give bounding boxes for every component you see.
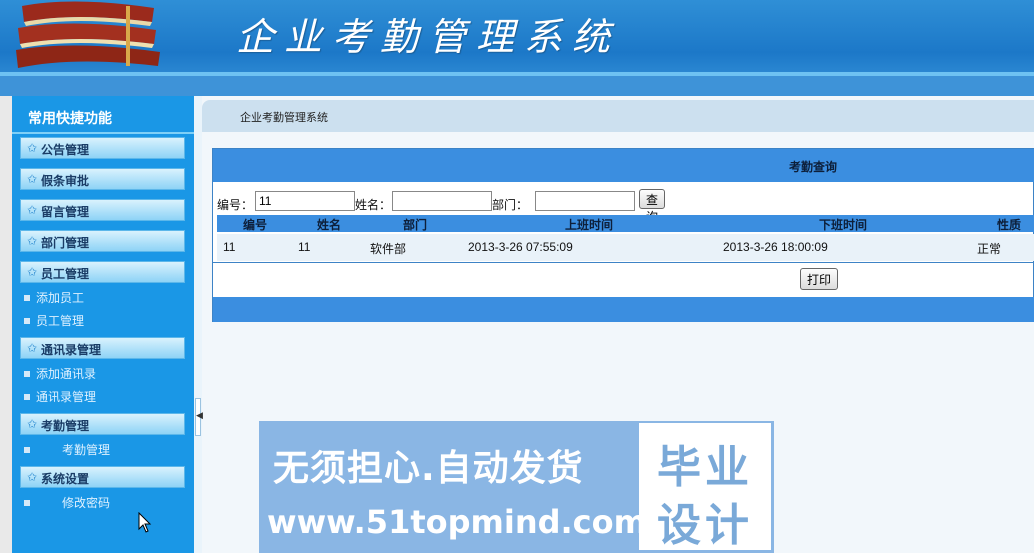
table-header: 编号 姓名 部门 上班时间 下班时间 性质 bbox=[217, 215, 1034, 232]
menu-contacts[interactable]: ✩ 通讯录管理 bbox=[20, 337, 185, 359]
column-header: 部门 bbox=[403, 218, 428, 232]
menu-settings[interactable]: ✩ 系统设置 bbox=[20, 466, 185, 488]
panel-header: 考勤查询 bbox=[213, 149, 1034, 182]
menu-label: 系统设置 bbox=[41, 472, 90, 486]
panel-footer bbox=[213, 297, 1034, 322]
star-icon: ✩ bbox=[27, 470, 38, 484]
column-header: 上班时间 bbox=[565, 218, 614, 232]
menu-attendance[interactable]: ✩ 考勤管理 bbox=[20, 413, 185, 435]
sidebar-item-label: 添加通讯录 bbox=[36, 367, 97, 381]
sidebar-divider bbox=[12, 132, 194, 134]
menu-label: 留言管理 bbox=[41, 205, 90, 219]
sidebar-item-add-contact[interactable]: 添加通讯录 bbox=[24, 365, 96, 382]
sidebar-item-label: 修改密码 bbox=[62, 496, 111, 510]
bullet-icon bbox=[24, 393, 30, 400]
column-header: 编号 bbox=[243, 218, 268, 232]
sidebar-item-attendance[interactable]: 考勤管理 bbox=[24, 441, 110, 458]
name-label: 姓名： bbox=[355, 198, 392, 212]
menu-employees[interactable]: ✩ 员工管理 bbox=[20, 261, 185, 283]
cell-checkin-time: 2013-3-26 07:55:09 bbox=[468, 240, 573, 254]
app-title: 企业考勤管理系统 bbox=[236, 15, 621, 59]
star-icon: ✩ bbox=[27, 265, 38, 279]
sidebar-item-manage-employees[interactable]: 员工管理 bbox=[24, 312, 84, 329]
panel-title: 考勤查询 bbox=[789, 160, 838, 174]
books-logo-icon bbox=[16, 1, 160, 68]
column-header: 下班时间 bbox=[819, 218, 868, 232]
menu-label: 公告管理 bbox=[41, 143, 90, 157]
ad-logo-line1: 毕业 bbox=[657, 442, 753, 493]
department-label: 部门： bbox=[492, 198, 529, 212]
menu-label: 部门管理 bbox=[41, 236, 90, 250]
sidebar-item-label: 员工管理 bbox=[36, 314, 85, 328]
star-icon: ✩ bbox=[27, 234, 38, 248]
breadcrumb-bar: 企业考勤管理系统 bbox=[202, 100, 1034, 132]
sidebar-item-manage-contacts[interactable]: 通讯录管理 bbox=[24, 388, 96, 405]
id-label: 编号： bbox=[217, 198, 254, 212]
menu-label: 员工管理 bbox=[41, 267, 90, 281]
ad-url: www.51topmind.com bbox=[267, 503, 647, 541]
menu-label: 考勤管理 bbox=[41, 419, 90, 433]
menu-label: 通讯录管理 bbox=[41, 343, 102, 357]
menu-leave-approval[interactable]: ✩ 假条审批 bbox=[20, 168, 185, 190]
query-button[interactable]: 查询 bbox=[639, 189, 666, 224]
bullet-icon bbox=[24, 499, 30, 506]
mouse-pointer-icon bbox=[138, 512, 152, 533]
column-header: 姓名 bbox=[317, 218, 342, 232]
sidebar-item-label: 添加员工 bbox=[36, 291, 85, 305]
star-icon: ✩ bbox=[27, 203, 38, 217]
column-header: 性质 bbox=[997, 218, 1022, 232]
table-row: 11 11 软件部 2013-3-26 07:55:09 2013-3-26 1… bbox=[217, 234, 1034, 261]
star-icon: ✩ bbox=[27, 341, 38, 355]
sidebar-item-label: 考勤管理 bbox=[62, 443, 111, 457]
bullet-icon bbox=[24, 370, 30, 377]
star-icon: ✩ bbox=[27, 172, 38, 186]
department-input[interactable] bbox=[535, 191, 635, 211]
star-icon: ✩ bbox=[27, 141, 38, 155]
bullet-icon bbox=[24, 446, 30, 453]
name-input[interactable] bbox=[392, 191, 492, 211]
menu-announcements[interactable]: ✩ 公告管理 bbox=[20, 137, 185, 159]
star-icon: ✩ bbox=[27, 417, 38, 431]
print-button[interactable]: 打印 bbox=[800, 268, 839, 290]
ad-banner[interactable]: 无须担心.自动发货 www.51topmind.com 毕业 设计 bbox=[259, 421, 774, 553]
sidebar: 常用快捷功能 ✩ 公告管理 ✩ 假条审批 ✩ 留言管理 ✩ 部门管理 ✩ 员工管理 添加员… bbox=[12, 96, 194, 553]
chevron-left-icon: ◀ bbox=[196, 411, 203, 421]
bullet-icon bbox=[24, 294, 30, 301]
sidebar-splitter: ◀ bbox=[194, 96, 203, 553]
collapse-sidebar-handle[interactable]: ◀ bbox=[195, 398, 203, 436]
cell-type: 正常 bbox=[977, 242, 1002, 256]
ad-logo-box: 毕业 设计 bbox=[639, 423, 771, 551]
app-header: 企业考勤管理系统 bbox=[0, 0, 1034, 96]
header-lower-band bbox=[0, 76, 1034, 96]
menu-messages[interactable]: ✩ 留言管理 bbox=[20, 199, 185, 221]
sidebar-title: 常用快捷功能 bbox=[28, 111, 112, 127]
cell-name: 11 bbox=[298, 240, 311, 254]
ad-headline: 无须担心.自动发货 bbox=[273, 448, 584, 489]
sidebar-item-label: 通讯录管理 bbox=[36, 390, 97, 404]
table-separator bbox=[213, 262, 1034, 263]
sidebar-item-change-password[interactable]: 修改密码 bbox=[24, 494, 110, 511]
cell-checkout-time: 2013-3-26 18:00:09 bbox=[723, 240, 828, 254]
id-input[interactable] bbox=[255, 191, 355, 211]
menu-departments[interactable]: ✩ 部门管理 bbox=[20, 230, 185, 252]
attendance-query-panel: 考勤查询 编号： 姓名： 部门： 查询 编号 姓名 部门 上班时间 下班时间 性… bbox=[212, 148, 1034, 322]
menu-label: 假条审批 bbox=[41, 174, 90, 188]
bullet-icon bbox=[24, 317, 30, 324]
cell-id: 11 bbox=[223, 240, 236, 254]
cell-department: 软件部 bbox=[370, 242, 407, 256]
breadcrumb: 企业考勤管理系统 bbox=[240, 111, 328, 124]
sidebar-item-add-employee[interactable]: 添加员工 bbox=[24, 289, 84, 306]
ad-logo-line2: 设计 bbox=[657, 500, 753, 551]
